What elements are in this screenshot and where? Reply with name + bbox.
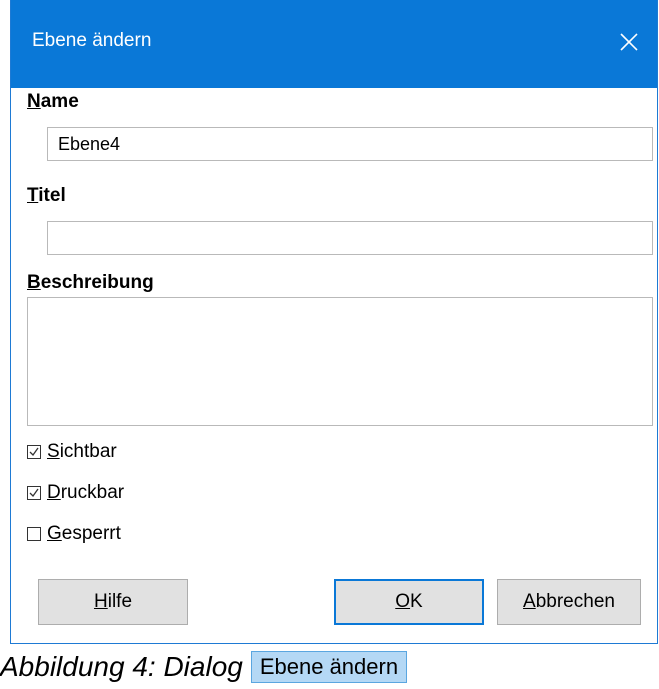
caption-badge: Ebene ändern xyxy=(250,651,408,683)
locked-mnemonic: G xyxy=(47,523,62,544)
visible-checkbox-label: Sichtbar xyxy=(47,441,117,463)
help-button[interactable]: Hilfe xyxy=(38,579,188,625)
description-label-mnemonic: B xyxy=(27,272,41,293)
visible-mnemonic: S xyxy=(47,441,60,462)
name-label: Name xyxy=(27,91,79,113)
locked-checkbox[interactable]: Gesperrt xyxy=(27,523,121,545)
ok-mnemonic: O xyxy=(395,591,411,612)
check-icon xyxy=(29,488,39,498)
dialog-title: Ebene ändern xyxy=(32,30,152,51)
name-label-mnemonic: N xyxy=(27,91,41,112)
title-label-mnemonic: T xyxy=(27,185,39,206)
printable-checkbox-box[interactable] xyxy=(27,486,41,500)
locked-checkbox-box[interactable] xyxy=(27,527,41,541)
printable-checkbox-label: Druckbar xyxy=(47,482,124,504)
caption-text: Abbildung 4: Dialog xyxy=(0,651,243,682)
printable-rest: ruckbar xyxy=(60,482,125,503)
cancel-rest: bbrechen xyxy=(535,591,615,612)
cancel-button[interactable]: Abbrechen xyxy=(497,579,641,625)
name-label-rest: ame xyxy=(40,91,79,112)
locked-rest: esperrt xyxy=(61,523,121,544)
close-button[interactable] xyxy=(601,12,657,72)
help-mnemonic: H xyxy=(93,591,108,612)
visible-checkbox[interactable]: Sichtbar xyxy=(27,441,117,463)
visible-checkbox-box[interactable] xyxy=(27,445,41,459)
printable-mnemonic: D xyxy=(47,482,61,503)
name-input[interactable]: Ebene4 xyxy=(47,127,653,161)
check-icon xyxy=(29,447,39,457)
ok-button[interactable]: OK xyxy=(334,579,484,625)
visible-rest: ichtbar xyxy=(59,441,117,462)
printable-checkbox[interactable]: Druckbar xyxy=(27,482,124,504)
description-label: Beschreibung xyxy=(27,272,154,294)
close-icon xyxy=(620,33,638,51)
title-label-rest: itel xyxy=(38,185,66,206)
title-label: Titel xyxy=(27,185,66,207)
locked-checkbox-label: Gesperrt xyxy=(47,523,121,545)
cancel-mnemonic: A xyxy=(523,591,536,612)
title-input[interactable] xyxy=(47,221,653,255)
layer-dialog: Ebene ändern Name Ebene4 Titel Beschreib… xyxy=(10,0,658,644)
figure-caption: Abbildung 4: Dialog Ebene ändern xyxy=(0,651,408,683)
ok-rest: K xyxy=(410,591,423,612)
description-textarea[interactable] xyxy=(27,297,653,426)
dialog-titlebar: Ebene ändern xyxy=(11,0,657,88)
help-rest: ilfe xyxy=(107,591,133,612)
description-label-rest: eschreibung xyxy=(40,272,154,293)
